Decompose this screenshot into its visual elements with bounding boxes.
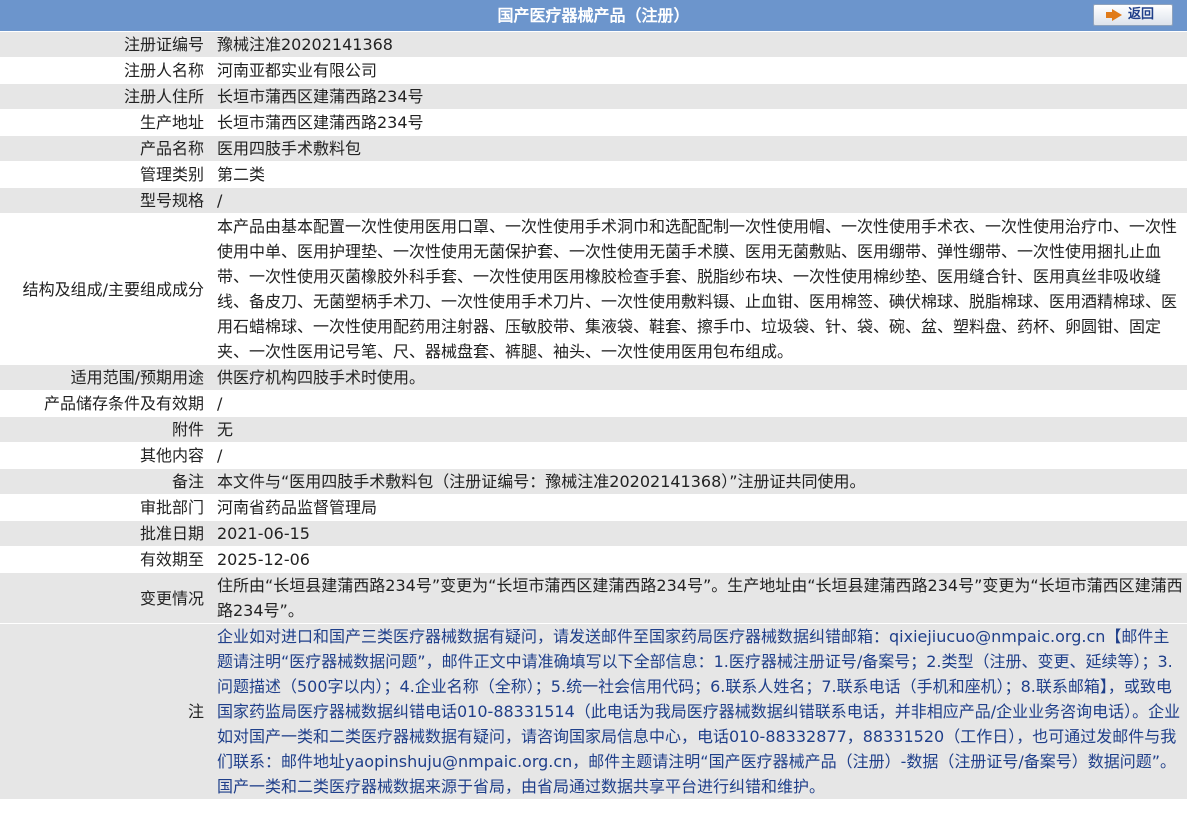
field-value: 2021-06-15 bbox=[208, 520, 1187, 547]
table-row: 适用范围/预期用途 供医疗机构四肢手术时使用。 bbox=[0, 364, 1187, 391]
field-label: 注册人名称 bbox=[0, 57, 208, 84]
table-row: 备注 本文件与“医用四肢手术敷料包（注册证编号：豫械注准20202141368）… bbox=[0, 468, 1187, 495]
note-text: 企业如对进口和国产三类医疗器械数据有疑问，请发送邮件至国家药局医疗器械数据纠错邮… bbox=[208, 623, 1187, 800]
table-row: 其他内容 / bbox=[0, 442, 1187, 469]
field-label: 注册证编号 bbox=[0, 32, 208, 58]
field-value: 长垣市蒲西区建蒲西路234号 bbox=[208, 109, 1187, 136]
field-value: 河南省药品监督管理局 bbox=[208, 494, 1187, 521]
table-row: 注册证编号 豫械注准20202141368 bbox=[0, 32, 1187, 58]
field-value: 2025-12-06 bbox=[208, 546, 1187, 573]
field-value: 本产品由基本配置一次性使用医用口罩、一次性使用手术洞巾和选配配制一次性使用帽、一… bbox=[208, 213, 1187, 365]
table-row: 注册人住所 长垣市蒲西区建蒲西路234号 bbox=[0, 83, 1187, 110]
page-title: 国产医疗器械产品（注册） bbox=[497, 6, 690, 25]
field-value: 无 bbox=[208, 416, 1187, 443]
page-header: 国产医疗器械产品（注册） 返回 bbox=[0, 0, 1187, 32]
table-row: 审批部门 河南省药品监督管理局 bbox=[0, 494, 1187, 521]
field-label: 变更情况 bbox=[0, 572, 208, 624]
field-label: 管理类别 bbox=[0, 161, 208, 188]
table-row: 管理类别 第二类 bbox=[0, 161, 1187, 188]
table-row: 变更情况 住所由“长垣县建蒲西路234号”变更为“长垣市蒲西区建蒲西路234号”… bbox=[0, 572, 1187, 624]
field-label: 型号规格 bbox=[0, 187, 208, 214]
field-value: 本文件与“医用四肢手术敷料包（注册证编号：豫械注准20202141368）”注册… bbox=[208, 468, 1187, 495]
note-row: 注 企业如对进口和国产三类医疗器械数据有疑问，请发送邮件至国家药局医疗器械数据纠… bbox=[0, 623, 1187, 800]
table-row: 结构及组成/主要组成成分 本产品由基本配置一次性使用医用口罩、一次性使用手术洞巾… bbox=[0, 213, 1187, 365]
field-label: 审批部门 bbox=[0, 494, 208, 521]
field-label: 有效期至 bbox=[0, 546, 208, 573]
field-value: 豫械注准20202141368 bbox=[208, 32, 1187, 58]
field-label: 产品名称 bbox=[0, 135, 208, 162]
note-label: 注 bbox=[0, 623, 208, 800]
arrow-right-icon bbox=[1105, 9, 1122, 21]
back-button-label: 返回 bbox=[1127, 7, 1154, 22]
table-row: 生产地址 长垣市蒲西区建蒲西路234号 bbox=[0, 109, 1187, 136]
field-value: 医用四肢手术敷料包 bbox=[208, 135, 1187, 162]
field-label: 批准日期 bbox=[0, 520, 208, 547]
field-value: / bbox=[208, 187, 1187, 214]
field-value: / bbox=[208, 390, 1187, 417]
back-button[interactable]: 返回 bbox=[1093, 4, 1173, 26]
table-row: 批准日期 2021-06-15 bbox=[0, 520, 1187, 547]
field-value: 住所由“长垣县建蒲西路234号”变更为“长垣市蒲西区建蒲西路234号”。生产地址… bbox=[208, 572, 1187, 624]
field-label: 适用范围/预期用途 bbox=[0, 364, 208, 391]
field-value: 第二类 bbox=[208, 161, 1187, 188]
table-row: 产品储存条件及有效期 / bbox=[0, 390, 1187, 417]
table-row: 型号规格 / bbox=[0, 187, 1187, 214]
field-label: 注册人住所 bbox=[0, 83, 208, 110]
table-row: 有效期至 2025-12-06 bbox=[0, 546, 1187, 573]
field-label: 产品储存条件及有效期 bbox=[0, 390, 208, 417]
field-label: 结构及组成/主要组成成分 bbox=[0, 213, 208, 365]
field-label: 其他内容 bbox=[0, 442, 208, 469]
field-value: / bbox=[208, 442, 1187, 469]
table-row: 注册人名称 河南亚都实业有限公司 bbox=[0, 57, 1187, 84]
detail-table: 注册证编号 豫械注准20202141368 注册人名称 河南亚都实业有限公司 注… bbox=[0, 32, 1187, 800]
field-label: 备注 bbox=[0, 468, 208, 495]
field-label: 附件 bbox=[0, 416, 208, 443]
field-label: 生产地址 bbox=[0, 109, 208, 136]
table-row: 附件 无 bbox=[0, 416, 1187, 443]
field-value: 河南亚都实业有限公司 bbox=[208, 57, 1187, 84]
field-value: 长垣市蒲西区建蒲西路234号 bbox=[208, 83, 1187, 110]
table-row: 产品名称 医用四肢手术敷料包 bbox=[0, 135, 1187, 162]
field-value: 供医疗机构四肢手术时使用。 bbox=[208, 364, 1187, 391]
